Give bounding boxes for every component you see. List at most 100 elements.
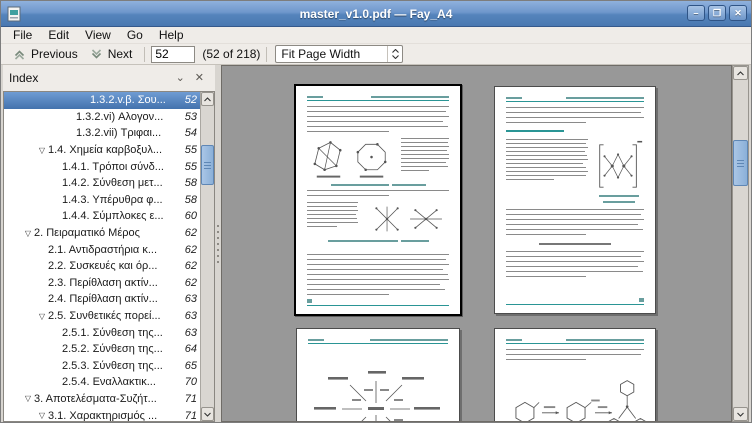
toc-item[interactable]: ▽2.5. Συνθετικές πορεί...63 [4,308,200,325]
page-footer [307,299,449,306]
expander-icon[interactable]: ▽ [36,312,48,321]
molecule-cage-diagram [307,138,395,180]
toc-item[interactable]: ▽2. Πειραματικό Μέρος 62 [4,225,200,242]
document-icon [7,6,22,22]
toc-item-label: 2.1. Αντιδραστήρια κ... [48,244,157,256]
toc-item-page: 52 [185,94,200,106]
toc-item-page: 55 [185,161,200,173]
toc-item-page: 58 [185,194,200,206]
toc-item-page: 64 [185,343,200,355]
toc-item[interactable]: 2.5.2. Σύνθεση της...64 [4,341,200,358]
previous-label: Previous [31,47,78,61]
molecule-octahedra-diagram [594,139,644,193]
expander-icon[interactable]: ▽ [22,229,34,238]
toc-item-label: 2.5.3. Σύνθεση της... [62,360,163,372]
close-button[interactable]: ✕ [729,5,747,21]
toc-item[interactable]: 1.3.2.v.β. Σου...52 [4,92,200,109]
toc-item[interactable]: ▽3.1. Χαρακτηρισμός ...71 [4,407,200,421]
expander-icon[interactable]: ▽ [36,146,48,155]
toc-item-page: 71 [185,410,200,421]
toc-item[interactable]: 2.3. Περίθλαση ακτίν...62 [4,275,200,292]
scroll-down-icon[interactable] [733,407,748,421]
text-block [506,139,588,183]
toc-item-page: 55 [185,144,200,156]
scroll-down-icon[interactable] [201,407,214,421]
toc-item-page: 58 [185,177,200,189]
scroll-up-icon[interactable] [201,92,214,106]
menu-help[interactable]: Help [151,27,192,43]
page-header [506,97,644,102]
toc-item[interactable]: 1.3.2.vi) Αλογον...53 [4,109,200,126]
toc-item[interactable]: 2.5.1. Σύνθεση της...63 [4,324,200,341]
molecule-dimer-diagram [364,202,449,236]
window-body: Index ⌄ ✕ 1.3.2.v.β. Σου...521.3.2.vi) Α… [1,65,751,423]
title-bar[interactable]: master_v1.0.pdf — Fay_A4 – ❐ ✕ [1,1,751,27]
figure-block [594,139,644,207]
toc-item[interactable]: 2.2. Συσκευές και όρ...62 [4,258,200,275]
menu-bar: File Edit View Go Help [1,27,751,44]
zoom-select-value: Fit Page Width [276,47,387,61]
page-header [308,339,448,344]
page-thumbnail-55[interactable] [494,328,656,422]
toc-item[interactable]: 2.1. Αντιδραστήρια κ...62 [4,241,200,258]
sidebar-close-icon[interactable]: ✕ [190,73,209,84]
expander-icon[interactable]: ▽ [36,411,48,420]
toolbar-separator [266,47,267,62]
text-block [506,209,644,239]
document-viewport[interactable] [221,65,732,422]
toc-item-page: 65 [185,360,200,372]
section-heading [506,130,564,132]
toc-item[interactable]: 1.3.2.vii) Τριφαι...54 [4,125,200,142]
main-scroll-thumb[interactable] [733,140,748,186]
chevron-down-icon[interactable]: ⌄ [171,73,190,84]
toc-item-label: 2. Πειραματικό Μέρος [34,227,140,239]
page-count-label: (52 of 218) [202,47,260,61]
toc-item-label: 3. Αποτελέσματα-Συζήτ... [34,393,157,405]
toc-item[interactable]: 1.4.2. Σύνθεση μετ... 58 [4,175,200,192]
previous-button[interactable]: Previous [7,46,84,62]
sidebar-title: Index [9,71,171,85]
figure-caption [307,240,449,242]
toc-item[interactable]: 2.5.4. Εναλλακτικ...70 [4,374,200,391]
sidebar: Index ⌄ ✕ 1.3.2.v.β. Σου...521.3.2.vi) Α… [3,65,215,422]
toc-item-label: 1.4.4. Σύμπλοκες ε... [62,210,164,222]
toc-item-label: 1.4.1. Τρόποι σύνδ... [62,161,164,173]
expander-icon[interactable]: ▽ [22,394,34,403]
main-scrollbar[interactable] [732,65,749,422]
chevrons-down-icon [90,48,103,61]
toc-item[interactable]: 1.4.3. Υπέρυθρα φ...58 [4,192,200,209]
toc-item[interactable]: ▽3. Αποτελέσματα-Συζήτ...71 [4,391,200,408]
page-thumbnail-53[interactable] [494,86,656,314]
application-window: master_v1.0.pdf — Fay_A4 – ❐ ✕ File Edit… [0,0,752,423]
next-button[interactable]: Next [84,46,139,62]
menu-file[interactable]: File [5,27,40,43]
toc-item-label: 2.3. Περίθλαση ακτίν... [48,277,158,289]
toc-item-label: 1.4. Χημεία καρβοξυλ... [48,144,162,156]
toc-item-page: 63 [185,293,200,305]
toc-item[interactable]: 2.5.3. Σύνθεση της... 65 [4,358,200,375]
page-number-input[interactable] [151,46,195,63]
menu-view[interactable]: View [77,27,119,43]
toc-item[interactable]: 2.4. Περίθλαση ακτίν...63 [4,291,200,308]
toc-item-page: 63 [185,310,200,322]
scroll-up-icon[interactable] [733,66,748,80]
page-thumbnail-52[interactable] [294,84,462,316]
toc-item-page: 63 [185,327,200,339]
toc-item[interactable]: 1.4.4. Σύμπλοκες ε...60 [4,208,200,225]
toc-item[interactable]: ▽1.4. Χημεία καρβοξυλ... 55 [4,142,200,159]
menu-go[interactable]: Go [119,27,151,43]
sidebar-scroll-thumb[interactable] [201,145,214,185]
menu-edit[interactable]: Edit [40,27,77,43]
toc-item-page: 53 [185,111,200,123]
toc-item[interactable]: 1.4.1. Τρόποι σύνδ... 55 [4,158,200,175]
maximize-button[interactable]: ❐ [708,5,726,21]
page-thumbnail-54[interactable] [296,328,460,422]
toc-item-page: 62 [185,227,200,239]
page-header [506,339,644,344]
minimize-button[interactable]: – [687,5,705,21]
zoom-select[interactable]: Fit Page Width [275,45,403,63]
toc-item-page: 54 [185,127,200,139]
sidebar-scrollbar[interactable] [200,92,214,421]
toc-item-label: 1.4.2. Σύνθεση μετ... [62,177,163,189]
toc-item-label: 2.2. Συσκευές και όρ... [48,260,157,272]
